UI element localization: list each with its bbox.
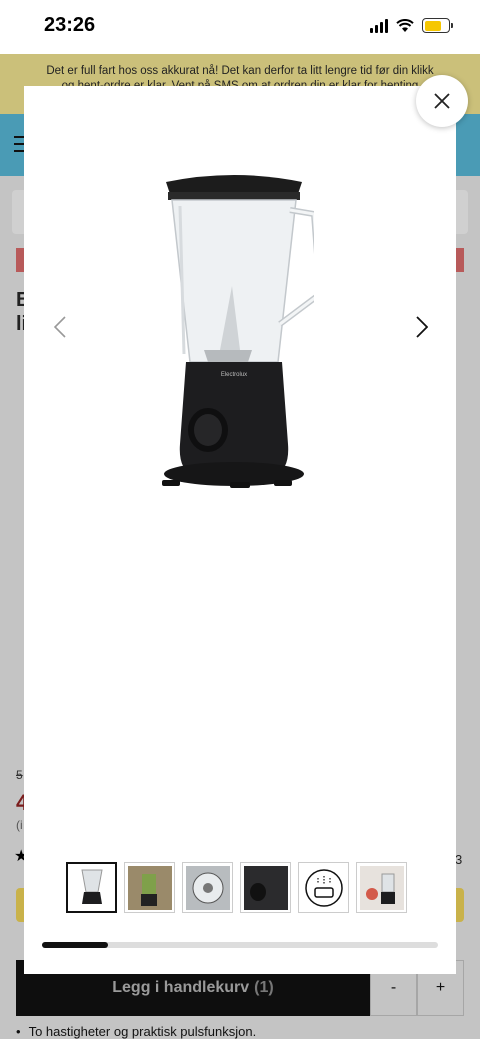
svg-text:Electrolux: Electrolux [221,372,247,378]
thumbnail-blender-top[interactable] [182,862,233,913]
cart-count: (1) [254,979,274,996]
feature-item: To hastigheter og praktisk pulsfunksjon. [16,1024,257,1039]
sale-badge-right [456,248,464,272]
wifi-icon [396,18,414,32]
thumbnail-blender-front[interactable] [66,862,117,913]
close-icon [434,93,450,109]
status-time: 23:26 [44,14,96,36]
image-gallery-modal: Electrolux [24,86,456,974]
gallery-scrollbar[interactable] [42,942,438,948]
add-to-cart-label: Legg i handlekurv [112,979,250,996]
next-image-button[interactable] [410,312,434,342]
battery-icon [422,18,453,33]
thumbnail-strip [66,862,407,913]
thumbnail-blender-fruit[interactable] [356,862,407,913]
battery-level [424,20,441,31]
cellular-signal-icon [370,18,388,33]
thumbnail-blender-detail[interactable] [240,862,291,913]
chevron-left-icon [54,316,66,338]
thumbnail-dishwasher-safe[interactable] [298,862,349,913]
status-icons [370,18,453,33]
chevron-right-icon [416,316,428,338]
price-info: (i [16,818,23,832]
gallery-scroll-thumb[interactable] [42,942,109,948]
status-bar: 23:26 [0,0,480,54]
previous-image-button[interactable] [48,312,72,342]
thumbnail-blender-kitchen[interactable] [124,862,175,913]
rating-count: 3 [455,852,463,867]
original-price: 5 [16,768,23,782]
product-image-blender: Electrolux [162,175,314,488]
close-modal-button[interactable] [416,75,468,127]
